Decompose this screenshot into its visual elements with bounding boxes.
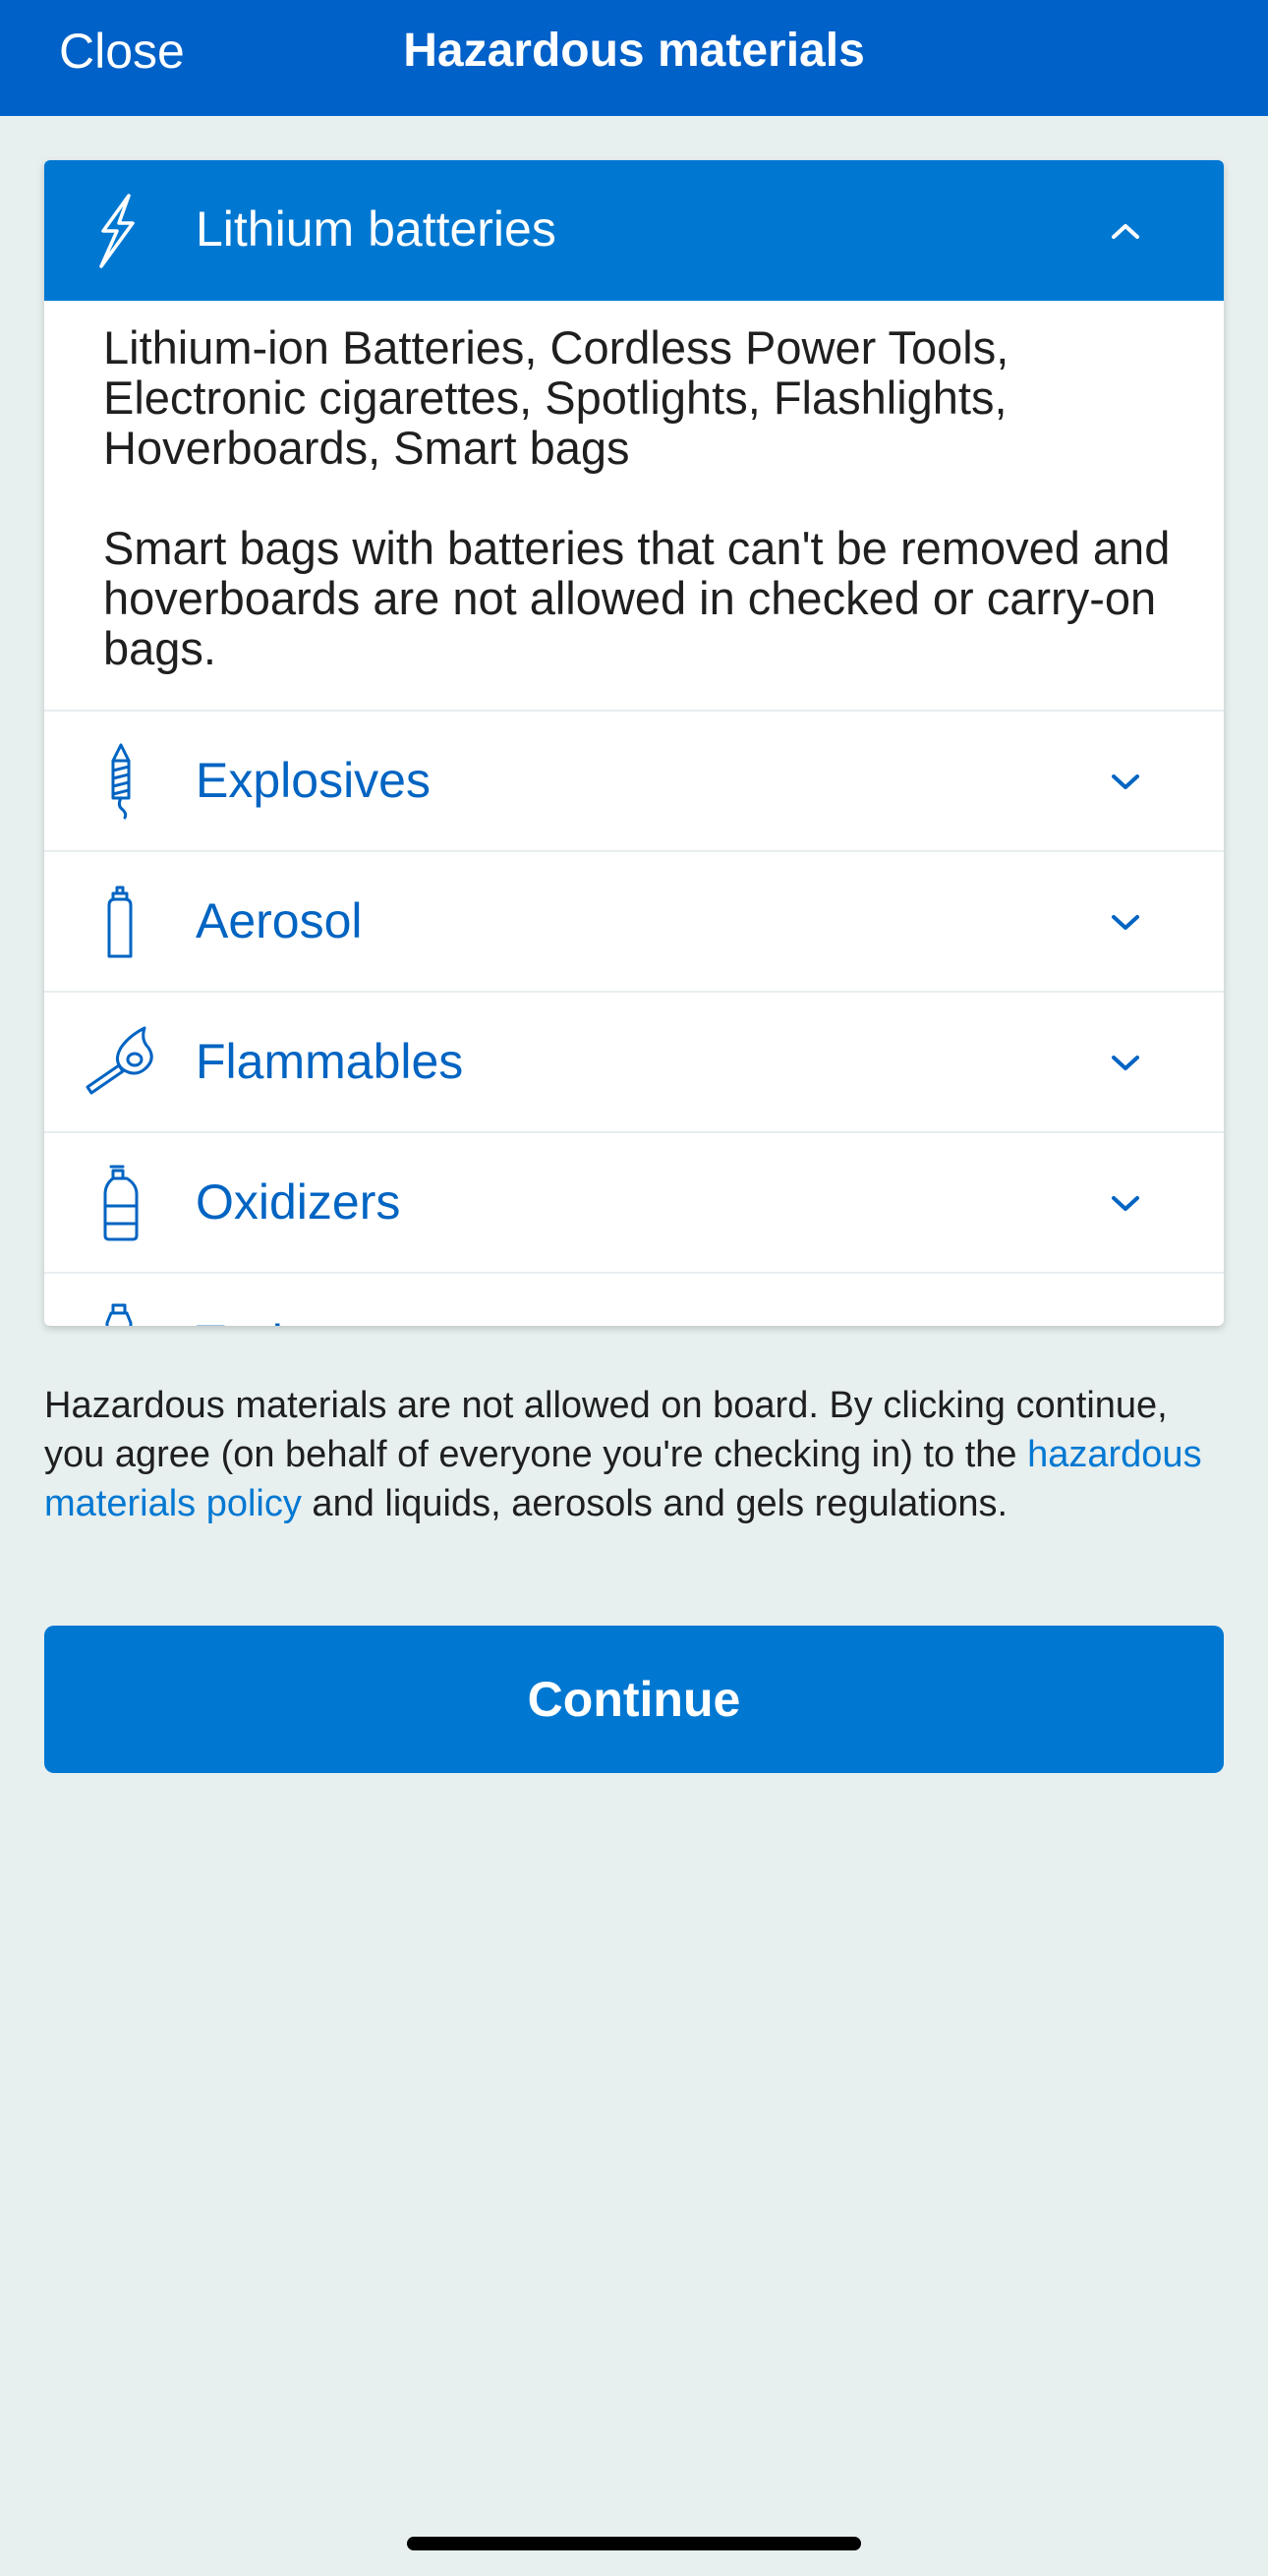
toxin-bottle-icon [84,1303,152,1326]
chevron-down-icon [1106,1049,1145,1078]
hazardous-materials-disclaimer: Hazardous materials are not allowed on b… [44,1381,1234,1528]
bleach-bottle-icon [84,1163,152,1241]
disclaimer-text-end: and liquids, aerosols and gels regulatio… [301,1483,1009,1524]
accordion-label-lithium-batteries: Lithium batteries [196,201,556,257]
chevron-down-icon [1106,768,1145,797]
accordion-label-flammables: Flammables [196,1034,464,1089]
chevron-up-icon [1106,216,1145,246]
disclaimer-text: Hazardous materials are not allowed on b… [44,1385,1168,1475]
page-title: Hazardous materials [403,25,865,77]
chevron-down-icon [1106,1189,1145,1219]
lithium-batteries-examples: Lithium-ion Batteries, Cordless Power To… [103,321,1009,474]
accordion-item-aerosol[interactable]: Aerosol [44,850,1224,991]
lithium-batteries-restriction: Smart bags with batteries that can't be … [103,522,1171,674]
aerosol-can-icon [84,882,152,960]
accordion-label-aerosol: Aerosol [196,893,363,948]
match-icon [84,1022,153,1101]
accordion-item-flammables[interactable]: Flammables [44,991,1224,1131]
home-indicator [407,2537,861,2550]
lithium-batteries-details: Lithium-ion Batteries, Cordless Power To… [103,322,1194,673]
accordion-label-explosives: Explosives [196,753,431,808]
top-navigation-bar: Close Hazardous materials [0,0,1268,116]
accordion-item-lithium-batteries[interactable]: Lithium batteries [44,160,1224,301]
accordion-item-toxins[interactable]: Toxins [44,1272,1224,1326]
chevron-down-icon [1106,908,1145,938]
close-button[interactable]: Close [59,22,185,81]
accordion-label-oxidizers: Oxidizers [196,1174,401,1230]
firework-icon [84,741,152,820]
accordion-item-explosives[interactable]: Explosives [44,710,1224,850]
accordion-label-toxins: Toxins [196,1313,335,1326]
lightning-bolt-icon [84,192,152,270]
continue-button[interactable]: Continue [44,1626,1224,1773]
hazardous-materials-accordion: Lithium batteries Lithium-ion Batteries,… [44,160,1224,1326]
accordion-item-oxidizers[interactable]: Oxidizers [44,1131,1224,1272]
